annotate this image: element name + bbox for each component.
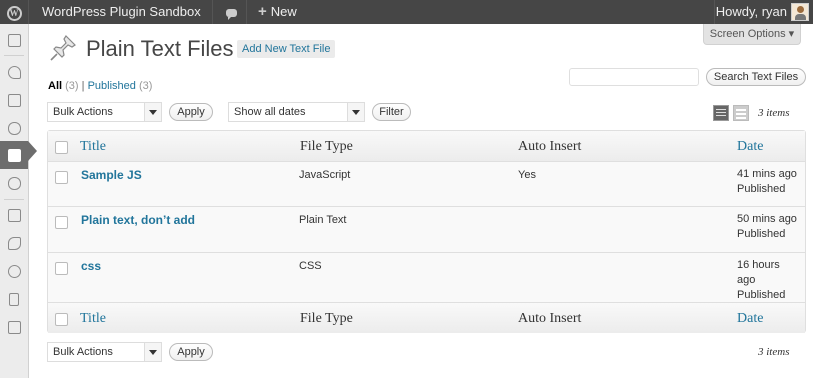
admin-bar-divider <box>246 0 247 24</box>
view-published-count: (3) <box>138 80 153 92</box>
dashboard-icon[interactable] <box>0 26 28 54</box>
column-file-type-footer: File Type <box>300 311 353 326</box>
admin-bar-divider <box>212 0 213 24</box>
column-date-header[interactable]: Date <box>737 139 763 155</box>
row-status: Published <box>737 289 786 301</box>
row-file-type: Plain Text <box>299 214 347 226</box>
comments-menu-icon[interactable] <box>0 169 28 197</box>
column-auto-insert-footer: Auto Insert <box>518 311 582 326</box>
avatar[interactable] <box>791 3 809 21</box>
filter-button[interactable]: Filter <box>372 103 411 121</box>
date-filter-select[interactable]: Show all dates <box>228 102 365 122</box>
row-date: 50 mins ago Published <box>737 212 805 242</box>
bulk-actions-value: Bulk Actions <box>53 106 113 118</box>
search-input[interactable] <box>569 68 699 86</box>
pushpin-icon <box>50 35 76 61</box>
row-date-time: 50 mins ago <box>737 213 797 225</box>
column-title-header[interactable]: Title <box>80 139 106 155</box>
chevron-down-icon <box>144 103 161 121</box>
row-checkbox[interactable] <box>55 171 68 184</box>
media-icon[interactable] <box>0 86 28 114</box>
column-title-footer[interactable]: Title <box>80 311 106 327</box>
row-checkbox[interactable] <box>55 262 68 275</box>
view-separator: | <box>81 80 85 92</box>
row-title-link[interactable]: css <box>81 259 101 273</box>
column-auto-insert-header: Auto Insert <box>518 139 582 154</box>
text-files-table: Title File Type Auto Insert Date Sample … <box>47 130 806 333</box>
list-view-icon[interactable] <box>713 105 729 121</box>
table-header: Title File Type Auto Insert Date <box>48 131 805 162</box>
row-status: Published <box>737 228 786 240</box>
howdy-account-menu[interactable]: Howdy, ryan <box>716 0 787 24</box>
comments-icon[interactable] <box>220 0 242 24</box>
row-date-time: 16 hours <box>737 259 780 271</box>
items-count-top: 3 items <box>758 107 790 119</box>
table-row: Sample JS JavaScript Yes 41 mins ago Pub… <box>48 162 805 207</box>
row-status: Published <box>737 183 786 195</box>
select-all-checkbox[interactable] <box>55 141 68 154</box>
column-file-type-header: File Type <box>300 139 353 154</box>
settings-icon[interactable] <box>0 313 28 341</box>
plus-icon: + <box>258 3 267 20</box>
pages-icon[interactable] <box>0 141 28 169</box>
wordpress-logo-icon[interactable]: W <box>0 0 28 24</box>
links-icon[interactable] <box>0 114 28 142</box>
users-icon[interactable] <box>0 257 28 285</box>
table-row: css CSS 16 hours ago Published <box>48 253 805 301</box>
new-content-menu[interactable]: + New <box>258 0 297 24</box>
row-title-link[interactable]: Sample JS <box>81 168 142 182</box>
select-all-checkbox-footer[interactable] <box>55 313 68 326</box>
admin-menu <box>0 24 29 378</box>
column-date-footer[interactable]: Date <box>737 311 763 327</box>
chevron-down-icon <box>144 343 161 361</box>
row-auto-insert: Yes <box>518 169 536 181</box>
menu-separator <box>4 199 24 200</box>
date-filter-value: Show all dates <box>234 106 306 118</box>
appearance-icon[interactable] <box>0 201 28 229</box>
search-text-files-button[interactable]: Search Text Files <box>706 68 806 86</box>
row-file-type: JavaScript <box>299 169 351 181</box>
view-published-link[interactable]: Published <box>88 80 136 92</box>
chevron-down-icon <box>347 103 364 121</box>
row-title-link[interactable]: Plain text, don’t add <box>81 213 195 227</box>
page-title: Plain Text Files <box>86 36 234 61</box>
row-date: 41 mins ago Published <box>737 167 805 197</box>
apply-button-bottom[interactable]: Apply <box>169 343 213 361</box>
excerpt-view-icon[interactable] <box>733 105 749 121</box>
new-label: New <box>270 4 297 19</box>
current-menu-arrow-icon <box>28 141 37 161</box>
items-count-bottom: 3 items <box>758 346 790 358</box>
apply-button-top[interactable]: Apply <box>169 103 213 121</box>
bulk-actions-select-bottom[interactable]: Bulk Actions <box>47 342 162 362</box>
admin-bar-divider <box>28 0 29 24</box>
row-checkbox[interactable] <box>55 216 68 229</box>
admin-bar: W WordPress Plugin Sandbox + New Howdy, r… <box>0 0 813 24</box>
table-footer: Title File Type Auto Insert Date <box>48 302 805 333</box>
view-all-link[interactable]: All <box>48 80 62 92</box>
screen-options-button[interactable]: Screen Options ▾ <box>703 24 801 45</box>
row-date-time: 41 mins ago <box>737 168 797 180</box>
menu-separator <box>4 55 24 56</box>
site-name-link[interactable]: WordPress Plugin Sandbox <box>42 0 201 24</box>
bulk-actions-value: Bulk Actions <box>53 346 113 358</box>
row-date: 16 hours ago Published <box>737 258 805 303</box>
status-views: All (3) | Published (3) <box>48 80 152 92</box>
row-file-type: CSS <box>299 260 322 272</box>
add-new-text-file-button[interactable]: Add New Text File <box>237 40 336 58</box>
tools-icon[interactable] <box>0 285 28 313</box>
plugins-icon[interactable] <box>0 229 28 257</box>
view-all-count: (3) <box>65 80 79 92</box>
table-row: Plain text, don’t add Plain Text 50 mins… <box>48 207 805 253</box>
bulk-actions-select-top[interactable]: Bulk Actions <box>47 102 162 122</box>
posts-pin-icon[interactable] <box>0 58 28 86</box>
row-date-time-cont: ago <box>737 274 756 286</box>
